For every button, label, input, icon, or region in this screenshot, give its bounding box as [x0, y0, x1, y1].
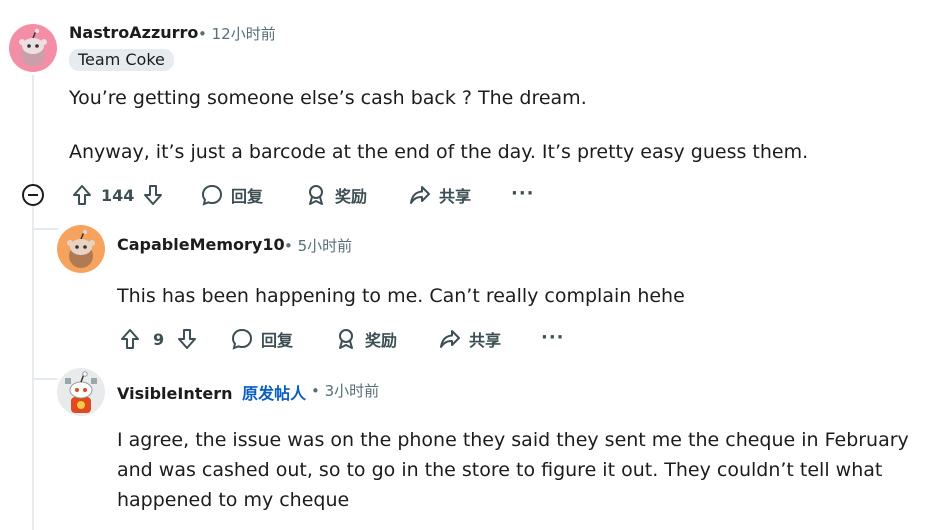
upvote-icon[interactable]: [118, 327, 142, 351]
user-flair: Team Coke: [69, 49, 174, 71]
more-options-button[interactable]: ···: [541, 327, 565, 348]
comment-author[interactable]: NastroAzzurro: [69, 23, 198, 42]
share-button[interactable]: 共享: [408, 183, 471, 207]
share-label: 共享: [439, 187, 472, 206]
meta-separator: •: [284, 237, 293, 255]
comment-author: VisibleIntern 原发帖人: [117, 380, 306, 404]
reply-button[interactable]: 回复: [230, 327, 293, 351]
vote-bar: 9: [118, 327, 199, 351]
comment-author-name[interactable]: VisibleIntern: [117, 384, 233, 403]
comment-meta: • 5小时前: [284, 235, 352, 256]
reply-label: 回复: [231, 187, 264, 206]
avatar[interactable]: [9, 24, 57, 72]
vote-count: 9: [153, 329, 165, 349]
upvote-icon[interactable]: [70, 183, 94, 207]
thread-connector-reply-1: [32, 228, 58, 230]
comment-author[interactable]: CapableMemory10: [117, 235, 285, 254]
meta-separator: •: [198, 25, 207, 43]
reply-button[interactable]: 回复: [200, 183, 263, 207]
op-badge: 原发帖人: [242, 384, 307, 403]
share-icon: [440, 330, 460, 348]
thread-line-main: [32, 75, 34, 530]
comment-meta: • 12小时前: [198, 23, 276, 44]
comment-body-paragraph: You’re getting someone else’s cash back …: [69, 87, 587, 109]
vote-count: 144: [101, 185, 135, 205]
snoo-avatar-icon: [67, 229, 95, 268]
comment-meta: • 3小时前: [311, 380, 379, 401]
collapse-thread-button[interactable]: [22, 184, 44, 206]
award-label: 奖励: [365, 331, 398, 350]
comment-time[interactable]: 5小时前: [298, 237, 353, 255]
award-icon: [309, 185, 323, 205]
snoo-avatar-icon: [65, 371, 97, 413]
award-button[interactable]: 奖励: [304, 183, 367, 207]
comment-time[interactable]: 12小时前: [212, 25, 276, 43]
comment-body-paragraph: I agree, the issue was on the phone they…: [117, 429, 909, 511]
comment-time[interactable]: 3小时前: [325, 382, 380, 400]
comment-body-paragraph: Anyway, it’s just a barcode at the end o…: [69, 141, 809, 163]
snoo-avatar-icon: [19, 28, 47, 66]
avatar[interactable]: [57, 225, 105, 273]
comment-bubble-icon: [201, 184, 223, 206]
share-icon: [410, 186, 430, 204]
share-label: 共享: [469, 331, 502, 350]
award-button[interactable]: 奖励: [334, 327, 397, 351]
thread-connector-reply-2: [32, 378, 58, 380]
comment-bubble-icon: [231, 328, 253, 350]
share-button[interactable]: 共享: [438, 327, 501, 351]
meta-separator: •: [311, 382, 320, 400]
more-options-button[interactable]: ···: [511, 183, 535, 204]
comment-body-paragraph: This has been happening to me. Can’t rea…: [117, 285, 685, 307]
reply-label: 回复: [261, 331, 294, 350]
award-label: 奖励: [335, 187, 368, 206]
award-icon: [339, 329, 353, 349]
downvote-icon[interactable]: [175, 327, 199, 351]
vote-bar: 144: [70, 183, 165, 207]
avatar[interactable]: [57, 368, 105, 416]
downvote-icon[interactable]: [141, 183, 165, 207]
